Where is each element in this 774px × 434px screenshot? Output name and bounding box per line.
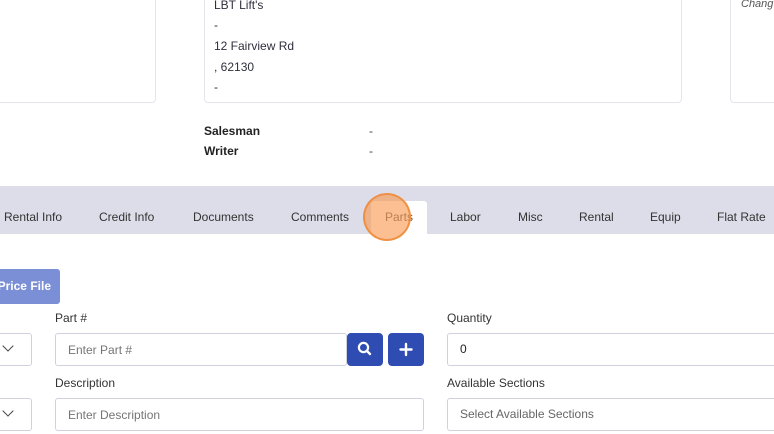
description-label: Description <box>55 376 116 390</box>
next-info-card <box>730 0 774 103</box>
writer-label: Writer <box>204 144 239 158</box>
customer-name: LBT Lift's <box>214 0 264 12</box>
quantity-label: Quantity <box>447 311 492 325</box>
available-sections-select[interactable]: Select Available Sections <box>447 398 774 431</box>
search-icon <box>357 341 372 356</box>
tab-documents[interactable]: Documents <box>193 186 254 234</box>
chevron-down-icon <box>2 340 14 352</box>
plus-icon <box>399 342 413 357</box>
salesman-value: - <box>369 124 373 138</box>
customer-city-zip: , 62130 <box>214 60 255 74</box>
chevron-down-icon <box>2 405 14 417</box>
tab-equip[interactable]: Equip <box>650 186 681 234</box>
tab-comments[interactable]: Comments <box>291 186 349 234</box>
tab-parts[interactable]: Parts <box>371 201 428 234</box>
customer-address-line-2: - <box>214 18 218 32</box>
writer-value: - <box>369 144 373 158</box>
description-input[interactable] <box>55 398 424 431</box>
tab-misc[interactable]: Misc <box>518 186 543 234</box>
tab-rental[interactable]: Rental <box>579 186 614 234</box>
tab-labor[interactable]: Labor <box>450 186 481 234</box>
quantity-input[interactable]: 0 <box>447 333 774 366</box>
change-link[interactable]: Chang <box>741 0 773 10</box>
available-sections-label: Available Sections <box>447 376 545 390</box>
search-part-button[interactable] <box>347 333 383 366</box>
customer-street: 12 Fairview Rd <box>214 39 295 53</box>
tab-credit-info[interactable]: Credit Info <box>99 186 154 234</box>
part-source-select[interactable] <box>0 333 32 366</box>
add-part-button[interactable] <box>388 333 424 366</box>
tab-bar: Rental Info Credit Info Documents Commen… <box>0 186 774 234</box>
tab-flat-rate[interactable]: Flat Rate <box>717 186 766 234</box>
salesman-label: Salesman <box>204 124 261 138</box>
previous-address-card <box>0 0 156 103</box>
part-number-label: Part # <box>55 311 88 325</box>
customer-address-line-5: - <box>214 80 218 94</box>
description-source-select[interactable] <box>0 398 32 431</box>
part-number-input[interactable] <box>55 333 347 366</box>
price-file-button[interactable]: Price File <box>0 269 60 304</box>
tab-rental-info[interactable]: Rental Info <box>4 186 62 234</box>
